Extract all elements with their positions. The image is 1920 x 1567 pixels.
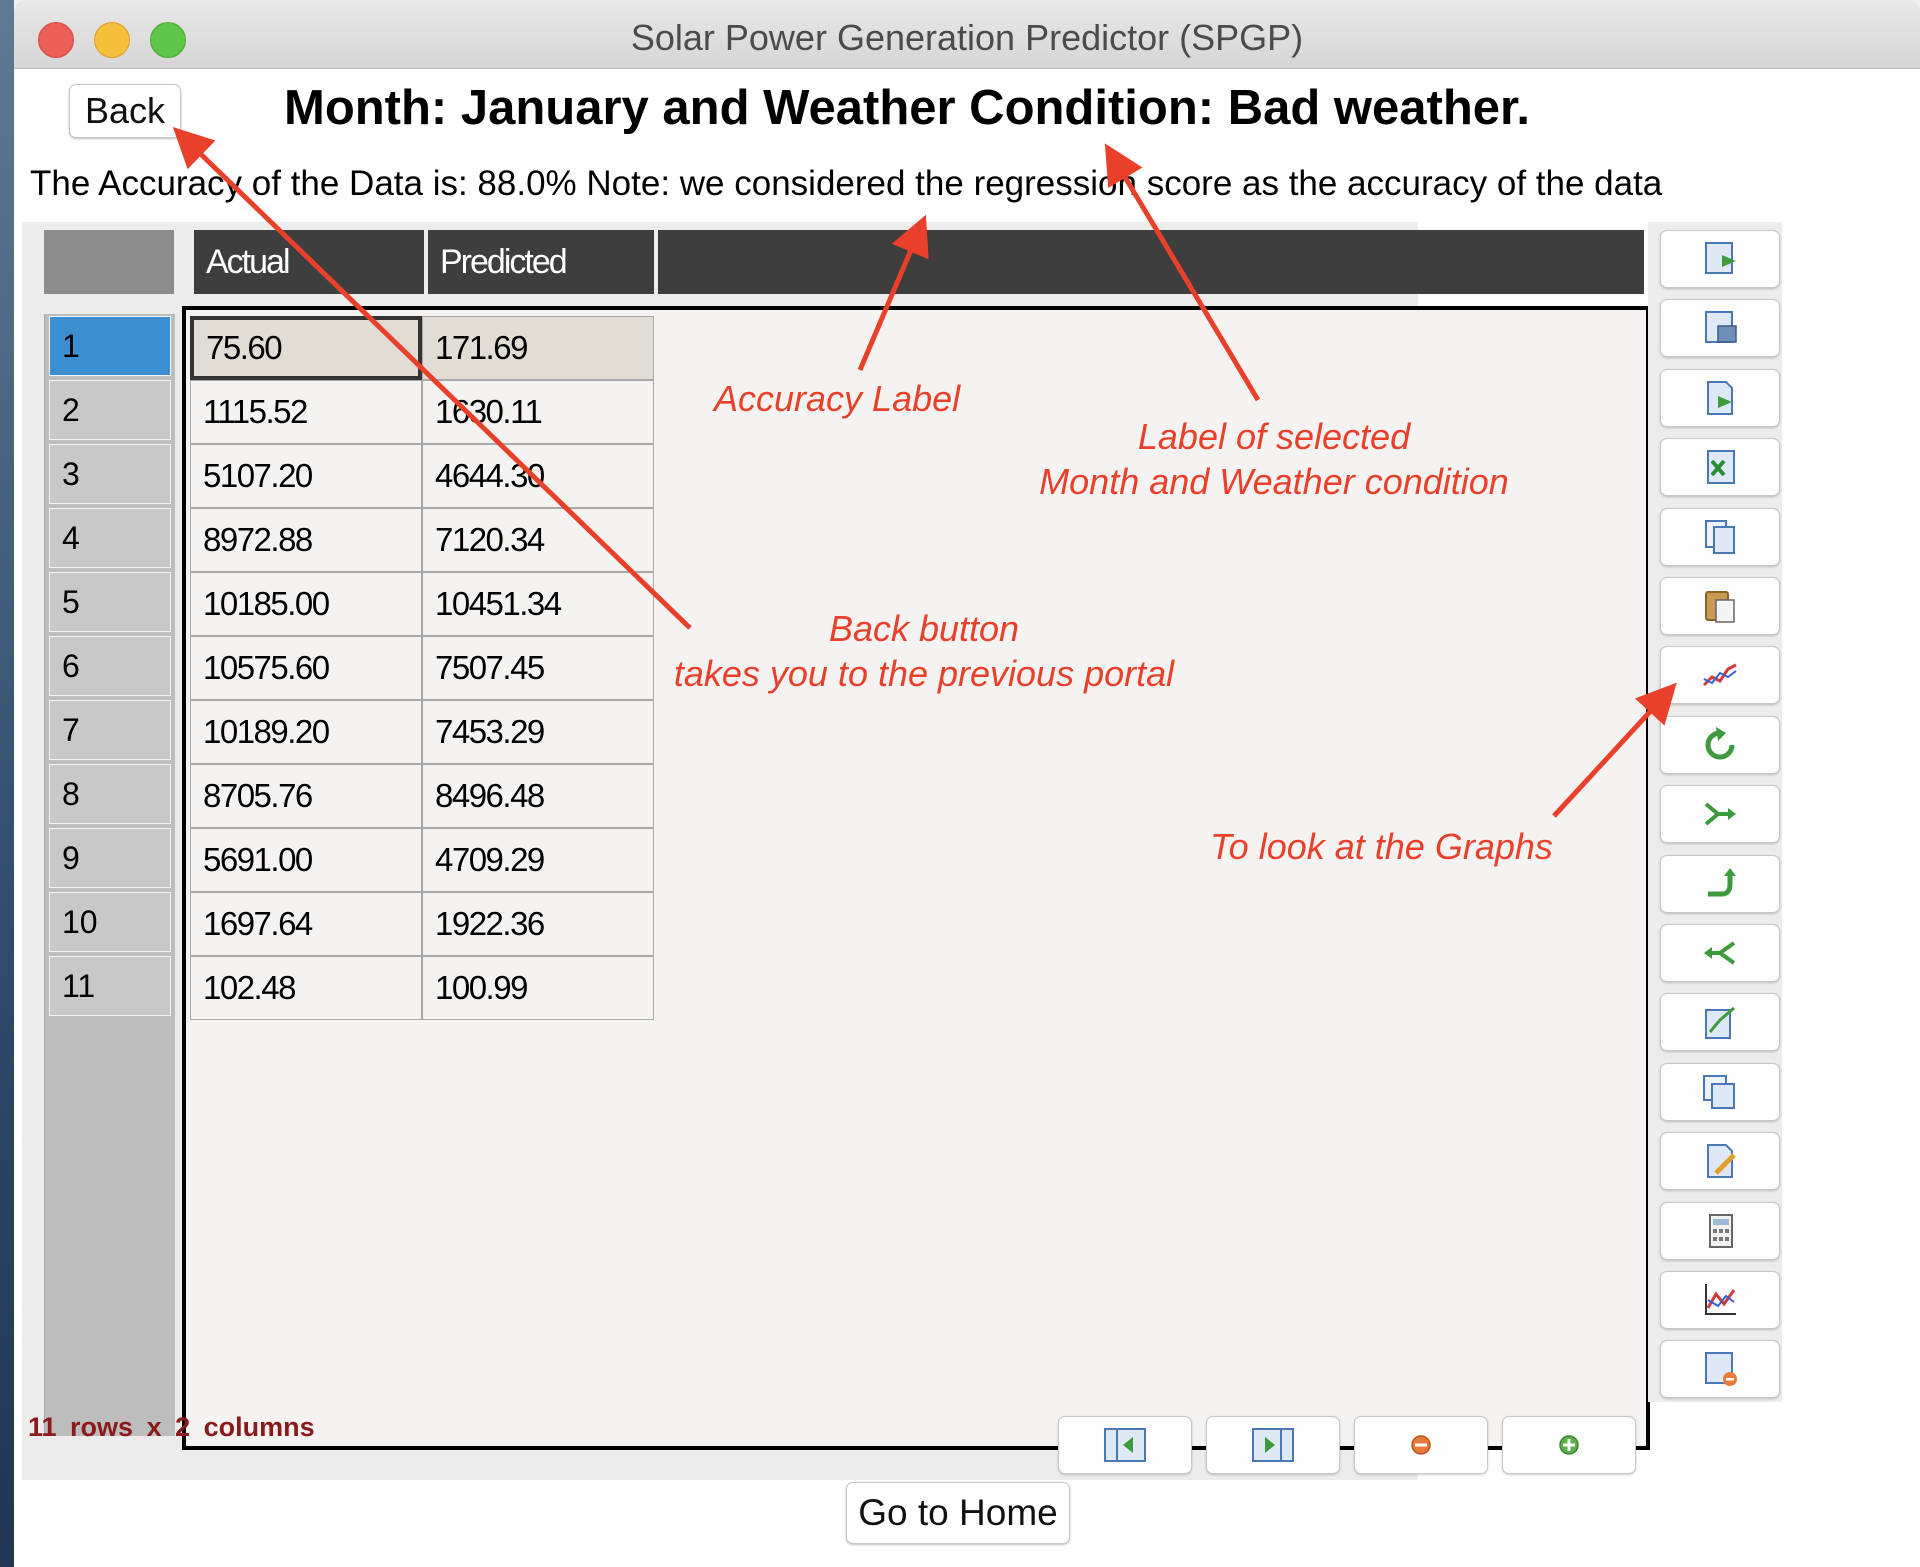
arrow-to-back [172,127,692,630]
arrow-to-graph-button [1552,682,1677,818]
arrow-to-accuracy [857,214,929,371]
desktop-background [0,0,14,1567]
arrow-to-heading [1104,143,1261,402]
annotation-arrows [172,127,1677,818]
app-window: Solar Power Generation Predictor (SPGP) … [14,0,1920,1567]
